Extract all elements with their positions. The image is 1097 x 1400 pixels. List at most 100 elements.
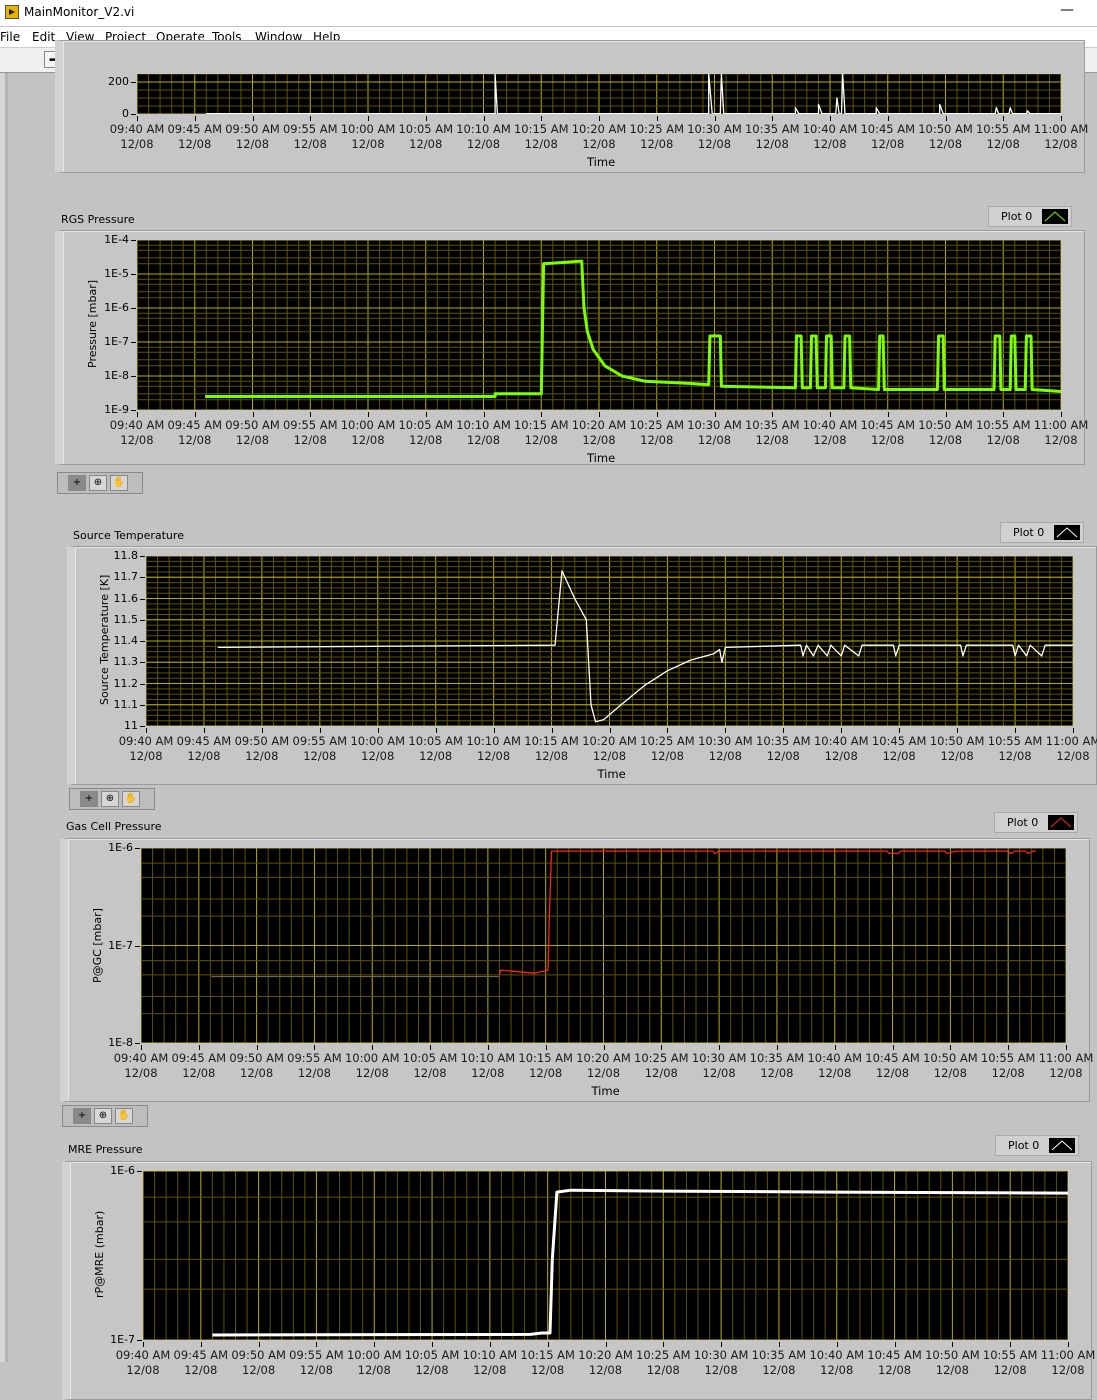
x-tick-time: 11:00 AM	[1033, 122, 1089, 136]
zoom-tool-icon[interactable]: ⊕	[94, 1108, 112, 1124]
y-tick-mark	[140, 556, 145, 557]
x-tick-mark	[836, 1342, 838, 1347]
gas-cell-pressure-plot-area[interactable]	[141, 848, 1066, 1043]
x-tick-mark	[894, 1342, 896, 1347]
source-temperature-plot-area[interactable]	[146, 556, 1073, 726]
x-tick-mark	[772, 412, 774, 417]
x-tick-date: 12/08	[1056, 749, 1090, 763]
y-tick-mark	[140, 704, 145, 706]
plot-style-swatch-icon[interactable]	[1048, 815, 1074, 830]
x-axis-label: Time	[587, 155, 616, 169]
y-tick-label: 0	[122, 107, 129, 120]
graph-tools-palette: + ⊕ ✋	[62, 1105, 148, 1127]
zoom-tool-icon[interactable]: ⊕	[89, 475, 107, 491]
y-tick-mark	[131, 410, 136, 411]
x-tick-date: 12/08	[1051, 1363, 1085, 1377]
x-tick-mark	[368, 412, 369, 417]
x-tick-mark	[1003, 116, 1005, 121]
x-tick-mark	[425, 116, 427, 121]
x-tick-mark	[957, 728, 959, 733]
x-tick-mark	[194, 116, 196, 121]
pan-hand-tool-icon[interactable]: ✋	[115, 1108, 133, 1124]
cursor-move-tool-icon[interactable]: +	[68, 475, 86, 491]
plot-style-swatch-icon[interactable]	[1049, 1138, 1075, 1153]
mre-pressure-plot-area[interactable]	[143, 1171, 1068, 1340]
y-tick-mark	[140, 662, 145, 664]
x-tick-mark	[656, 116, 658, 121]
plot-legend[interactable]: Plot 0	[1000, 522, 1084, 543]
x-tick-mark	[599, 116, 600, 121]
x-tick-mark	[599, 412, 600, 417]
y-tick-mark	[131, 376, 136, 377]
x-tick-label: 11:00 AM 12/08	[1031, 1051, 1097, 1081]
x-tick-mark	[541, 412, 543, 417]
x-tick-mark	[719, 1045, 721, 1050]
x-tick-mark	[667, 728, 669, 733]
minimize-button[interactable]: —	[1060, 2, 1074, 18]
plot-style-swatch-icon[interactable]	[1042, 209, 1068, 224]
x-tick-mark	[310, 412, 312, 417]
x-tick-mark	[377, 728, 379, 733]
x-axis-label: Time	[591, 1084, 620, 1098]
plot-legend[interactable]: Plot 0	[995, 1135, 1079, 1156]
x-tick-mark	[714, 412, 716, 417]
y-tick-mark	[131, 240, 136, 241]
x-tick-mark	[425, 412, 427, 417]
y-axis-label: Source Temperature [K]	[98, 574, 111, 705]
y-tick-mark	[131, 274, 136, 275]
rgs-pressure-plot-area[interactable]	[137, 240, 1061, 410]
x-tick-mark	[1010, 1342, 1012, 1347]
x-tick-mark	[487, 1045, 489, 1050]
x-tick-mark	[952, 1342, 954, 1347]
plot-legend[interactable]: Plot 0	[994, 812, 1078, 833]
x-tick-mark	[137, 412, 138, 417]
x-tick-mark	[435, 728, 437, 733]
x-tick-mark	[198, 1045, 200, 1050]
x-tick-mark	[830, 116, 831, 121]
menu-file[interactable]: File	[0, 30, 20, 44]
x-tick-mark	[483, 412, 485, 417]
x-tick-mark	[605, 1342, 607, 1347]
x-tick-mark	[368, 116, 369, 121]
zoom-tool-icon[interactable]: ⊕	[101, 791, 119, 807]
graph-tools-palette: + ⊕ ✋	[57, 472, 143, 494]
x-tick-mark	[721, 1342, 723, 1347]
left-scroll-edge	[5, 73, 8, 1362]
pan-hand-tool-icon[interactable]: ✋	[110, 475, 128, 491]
plot-legend[interactable]: Plot 0	[988, 206, 1072, 227]
legend-plot-name: Plot 0	[1007, 816, 1039, 829]
y-tick-mark	[135, 1043, 140, 1044]
plot-style-swatch-icon[interactable]	[1054, 525, 1080, 540]
x-tick-label: 11:00 AM 12/08	[1026, 122, 1096, 152]
pan-hand-tool-icon[interactable]: ✋	[122, 791, 140, 807]
y-tick-label: 1E-6	[108, 841, 133, 854]
x-tick-mark	[258, 1342, 260, 1347]
x-tick-mark	[200, 1342, 202, 1347]
y-tick-label: 1E-5	[104, 267, 129, 280]
x-axis-label: Time	[597, 767, 626, 781]
x-tick-mark	[141, 1045, 142, 1050]
x-tick-mark	[541, 116, 543, 121]
x-tick-date: 12/08	[1044, 433, 1078, 447]
graph-title: RGS Pressure	[61, 213, 135, 226]
y-tick-label: 200	[108, 75, 129, 88]
x-tick-mark	[1008, 1045, 1010, 1050]
y-axis-label: P@GC [mbar]	[91, 908, 104, 983]
y-tick-mark	[140, 598, 145, 600]
x-tick-mark	[1073, 728, 1074, 733]
legend-plot-name: Plot 0	[1001, 210, 1033, 223]
x-tick-mark	[714, 116, 716, 121]
x-tick-mark	[252, 412, 254, 417]
cursor-move-tool-icon[interactable]: +	[80, 791, 98, 807]
cursor-move-tool-icon[interactable]: +	[73, 1108, 91, 1124]
graph-title: Source Temperature	[73, 529, 184, 542]
x-tick-mark	[778, 1342, 780, 1347]
x-tick-mark	[314, 1045, 316, 1050]
x-tick-time: 11:00 AM	[1040, 1348, 1096, 1362]
y-tick-mark	[140, 641, 145, 642]
x-tick-mark	[841, 728, 843, 733]
y-tick-label: 11	[124, 719, 138, 732]
menu-edit[interactable]: Edit	[32, 30, 55, 44]
top-chart-plot-area[interactable]	[137, 74, 1061, 114]
x-tick-time: 11:00 AM	[1038, 1051, 1094, 1065]
